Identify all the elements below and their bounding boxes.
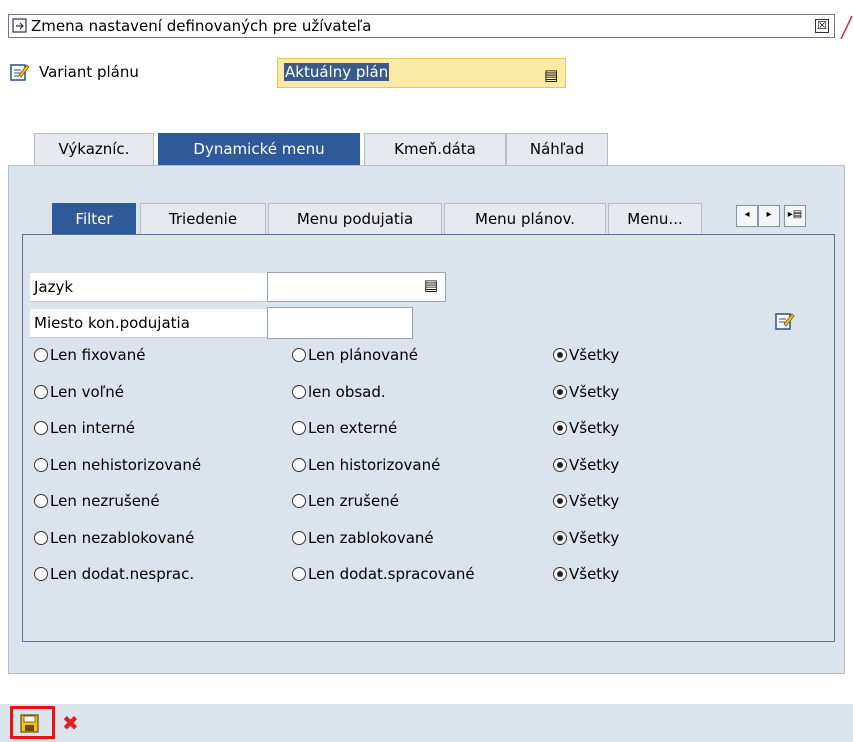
radio-empty-icon	[292, 421, 306, 435]
radio-label: Len historizované	[308, 456, 441, 474]
radio-option[interactable]: Len plánované	[292, 343, 418, 367]
radio-selected-icon	[553, 385, 567, 399]
window-corner-mark	[840, 15, 853, 40]
footer-toolbar	[0, 704, 853, 742]
edit-selection-icon[interactable]	[775, 311, 795, 331]
radio-label: Všetky	[569, 529, 620, 547]
radio-empty-icon	[292, 494, 306, 508]
radio-option[interactable]: Všetky	[553, 453, 619, 477]
scroll-tabs-right-button[interactable]: ▸	[758, 205, 780, 227]
value-help-icon[interactable]: ▤	[424, 276, 438, 294]
radio-empty-icon	[34, 348, 48, 362]
radio-option[interactable]: Všetky	[553, 416, 619, 440]
radio-empty-icon	[292, 348, 306, 362]
language-input[interactable]: ▤	[267, 272, 446, 302]
radio-option[interactable]: Len nezablokované	[34, 526, 194, 550]
radio-label: Len externé	[308, 419, 398, 437]
radio-label: Len zrušené	[308, 492, 399, 510]
value-help-icon[interactable]: ▤	[544, 66, 558, 84]
tab-triedenie[interactable]: Triedenie	[140, 203, 266, 236]
tab-menu-podujatia[interactable]: Menu podujatia	[268, 203, 442, 236]
radio-option[interactable]: Len zrušené	[292, 489, 399, 513]
radio-option[interactable]: len obsad.	[292, 380, 386, 404]
radio-label: Všetky	[569, 419, 620, 437]
radio-label: Všetky	[569, 565, 620, 583]
radio-option[interactable]: Len dodat.spracované	[292, 562, 475, 586]
tab-menu-more[interactable]: Menu...	[608, 203, 702, 236]
variant-label: Variant plánu	[39, 63, 139, 81]
radio-option[interactable]: Len externé	[292, 416, 397, 440]
radio-label: Všetky	[569, 492, 620, 510]
radio-label: Len nezrušené	[50, 492, 160, 510]
tab-kmen-data[interactable]: Kmeň.dáta	[364, 133, 506, 166]
radio-label: Všetky	[569, 346, 620, 364]
radio-option[interactable]: Všetky	[553, 526, 619, 550]
radio-empty-icon	[292, 385, 306, 399]
tab-filter[interactable]: Filter	[52, 203, 136, 236]
radio-label: Len fixované	[50, 346, 146, 364]
radio-empty-icon	[292, 458, 306, 472]
radio-label: Len voľné	[50, 383, 125, 401]
radio-selected-icon	[553, 458, 567, 472]
radio-selected-icon	[553, 531, 567, 545]
radio-empty-icon	[34, 494, 48, 508]
window-title: Zmena nastavení definovaných pre užívate…	[31, 17, 372, 35]
radio-option[interactable]: Všetky	[553, 489, 619, 513]
edit-variant-icon[interactable]	[10, 62, 30, 82]
radio-selected-icon	[553, 348, 567, 362]
tab-dynamicke-menu[interactable]: Dynamické menu	[158, 133, 360, 166]
radio-selected-icon	[553, 567, 567, 581]
language-label: Jazyk	[30, 273, 270, 302]
radio-selected-icon	[553, 421, 567, 435]
radio-label: Všetky	[569, 456, 620, 474]
save-icon	[20, 714, 39, 733]
radio-empty-icon	[34, 567, 48, 581]
cancel-button[interactable]: ✖	[62, 711, 79, 735]
radio-empty-icon	[292, 531, 306, 545]
radio-option[interactable]: Len nezrušené	[34, 489, 160, 513]
radio-label: Len dodat.nesprac.	[50, 565, 195, 583]
variant-input[interactable]: Aktuálny plán ▤	[277, 58, 566, 88]
radio-option[interactable]: Len historizované	[292, 453, 440, 477]
tab-menu-planov[interactable]: Menu plánov.	[444, 203, 606, 236]
radio-empty-icon	[292, 567, 306, 581]
radio-label: Len interné	[50, 419, 136, 437]
radio-option[interactable]: Len nehistorizované	[34, 453, 201, 477]
location-input[interactable]	[267, 307, 413, 339]
radio-option[interactable]: Všetky	[553, 562, 619, 586]
radio-empty-icon	[34, 421, 48, 435]
radio-label: Len zablokované	[308, 529, 434, 547]
window-titlebar: Zmena nastavení definovaných pre užívate…	[8, 14, 835, 38]
radio-option[interactable]: Všetky	[553, 343, 619, 367]
radio-option[interactable]: Len voľné	[34, 380, 124, 404]
save-button[interactable]	[10, 706, 55, 739]
radio-selected-icon	[553, 494, 567, 508]
radio-empty-icon	[34, 385, 48, 399]
window-icon	[12, 18, 27, 33]
radio-empty-icon	[34, 458, 48, 472]
radio-label: Len nehistorizované	[50, 456, 202, 474]
close-button[interactable]: ☒	[815, 19, 829, 33]
radio-label: Všetky	[569, 383, 620, 401]
radio-option[interactable]: Len dodat.nesprac.	[34, 562, 194, 586]
radio-option[interactable]: Len zablokované	[292, 526, 434, 550]
tab-nahlad[interactable]: Náhľad	[506, 133, 608, 166]
radio-label: Len plánované	[308, 346, 418, 364]
tab-list-button[interactable]: ▸▤	[784, 205, 806, 227]
tab-vykaznic[interactable]: Výkazníc.	[34, 133, 154, 166]
radio-option[interactable]: Všetky	[553, 380, 619, 404]
tab-navigation: ◂ ▸ ▸▤	[736, 205, 811, 227]
radio-label: len obsad.	[308, 383, 386, 401]
scroll-tabs-left-button[interactable]: ◂	[736, 205, 758, 227]
variant-value: Aktuálny plán	[284, 63, 390, 81]
radio-option[interactable]: Len interné	[34, 416, 135, 440]
location-label: Miesto kon.podujatia	[30, 309, 270, 338]
radio-label: Len nezablokované	[50, 529, 195, 547]
radio-label: Len dodat.spracované	[308, 565, 475, 583]
radio-empty-icon	[34, 531, 48, 545]
radio-option[interactable]: Len fixované	[34, 343, 145, 367]
